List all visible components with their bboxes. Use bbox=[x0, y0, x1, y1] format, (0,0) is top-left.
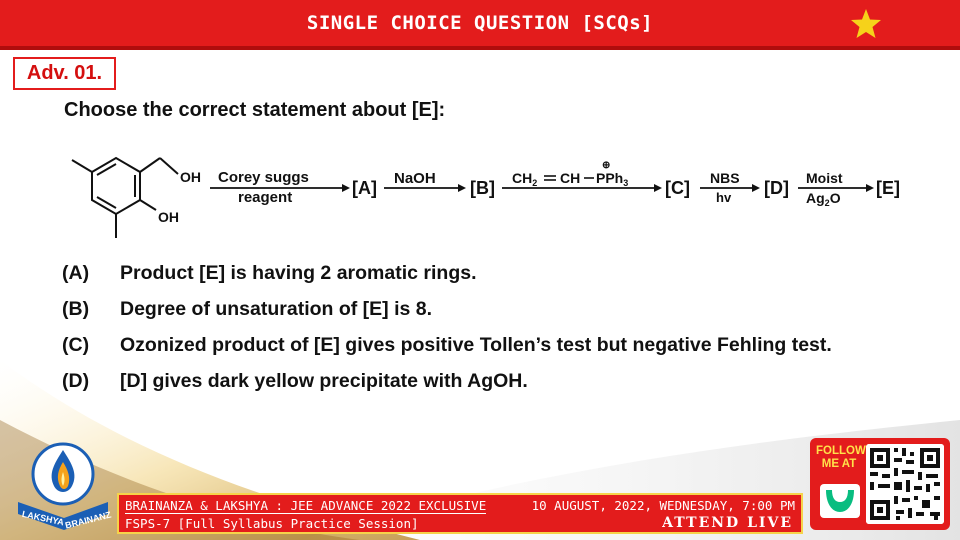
reagent-label: O bbox=[830, 190, 841, 206]
option-b[interactable]: (B) Degree of unsaturation of [E] is 8. bbox=[62, 291, 832, 327]
event-banner: BRAINANZA & LAKSHYA : JEE ADVANCE 2022 E… bbox=[117, 493, 803, 534]
option-label: (A) bbox=[62, 261, 90, 284]
option-text: [D] gives dark yellow precipitate with A… bbox=[120, 369, 528, 392]
follow-text: FOLLOW ME AT bbox=[816, 445, 866, 471]
oh-group-label: OH bbox=[180, 169, 201, 185]
product-label: [C] bbox=[665, 178, 690, 198]
option-d[interactable]: (D) [D] gives dark yellow precipitate wi… bbox=[62, 363, 832, 399]
charge-symbol: ⊕ bbox=[602, 160, 610, 171]
qr-code[interactable] bbox=[866, 444, 944, 524]
follow-box[interactable]: FOLLOW ME AT bbox=[810, 438, 950, 530]
option-text: Ozonized product of [E] gives positive T… bbox=[120, 333, 832, 356]
product-label: [A] bbox=[352, 178, 377, 198]
lakshya-brainanza-logo: LAKSHYA BRAINANZA bbox=[18, 442, 112, 531]
reagent-label: NaOH bbox=[394, 170, 436, 187]
option-c[interactable]: (C) Ozonized product of [E] gives positi… bbox=[62, 327, 832, 363]
reagent-label: NBS bbox=[710, 170, 740, 186]
header-bar: SINGLE CHOICE QUESTION [SCQs] bbox=[0, 0, 960, 50]
event-datetime: 10 AUGUST, 2022, WEDNESDAY, 7:00 PM bbox=[531, 498, 795, 513]
event-subtitle: FSPS-7 [Full Syllabus Practice Session] bbox=[125, 516, 419, 531]
reagent-label: Moist bbox=[806, 170, 843, 186]
star-icon bbox=[851, 9, 881, 38]
product-label: [D] bbox=[764, 178, 789, 198]
option-label: (B) bbox=[62, 297, 90, 320]
oh-group-label: OH bbox=[158, 209, 179, 225]
question-prompt: Choose the correct statement about [E]: bbox=[64, 99, 446, 121]
reagent-label: hv bbox=[716, 190, 732, 205]
unacademy-icon bbox=[820, 484, 860, 518]
header-title: SINGLE CHOICE QUESTION [SCQs] bbox=[306, 12, 654, 34]
subscript: 3 bbox=[623, 178, 628, 188]
subscript: 2 bbox=[532, 178, 537, 188]
product-label: [B] bbox=[470, 178, 495, 198]
options-list: (A) Product [E] is having 2 aromatic rin… bbox=[62, 255, 832, 399]
reagent-ylide-part: CH bbox=[512, 170, 532, 186]
svg-text:PPh3: PPh3 bbox=[596, 170, 628, 188]
reaction-scheme: OH OH Corey suggs reagent [A] NaOH [B] C… bbox=[71, 156, 900, 238]
reagent-label: Ag bbox=[806, 190, 825, 206]
question-number-label: Adv. 01. bbox=[13, 57, 116, 90]
follow-line2: ME AT bbox=[821, 458, 857, 470]
product-label: [E] bbox=[876, 178, 900, 198]
reagent-ylide-part: PPh bbox=[596, 170, 623, 186]
reagent-label: reagent bbox=[238, 189, 292, 206]
option-label: (C) bbox=[62, 333, 90, 356]
attend-live-label: ATTEND LIVE bbox=[662, 515, 793, 531]
option-label: (D) bbox=[62, 369, 90, 392]
benzene-ring-structure bbox=[71, 156, 179, 238]
reagent-ylide-part: CH bbox=[560, 170, 580, 186]
option-a[interactable]: (A) Product [E] is having 2 aromatic rin… bbox=[62, 255, 832, 291]
follow-line1: FOLLOW bbox=[816, 445, 866, 457]
svg-text:Ag2O: Ag2O bbox=[806, 190, 841, 208]
option-text: Product [E] is having 2 aromatic rings. bbox=[120, 261, 477, 284]
reagent-label: Corey suggs bbox=[218, 169, 309, 186]
option-text: Degree of unsaturation of [E] is 8. bbox=[120, 297, 433, 320]
event-title: BRAINANZA & LAKSHYA : JEE ADVANCE 2022 E… bbox=[125, 498, 487, 514]
svg-text:CH2: CH2 bbox=[512, 170, 537, 188]
